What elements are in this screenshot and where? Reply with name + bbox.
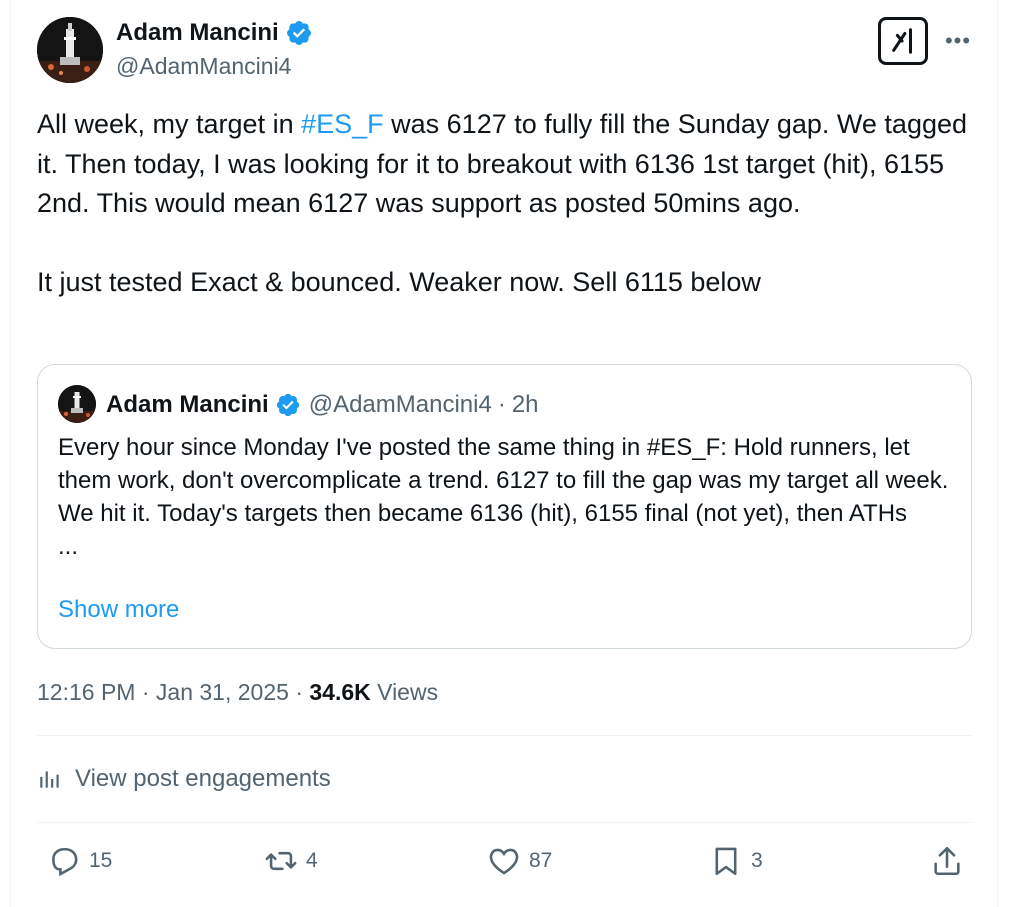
quoted-avatar-image	[58, 385, 96, 423]
share-button[interactable]	[930, 840, 964, 882]
quoted-time: 2h	[511, 391, 539, 418]
divider	[37, 822, 972, 823]
quoted-author-avatar	[58, 385, 96, 423]
meta-separator: ·	[295, 679, 303, 705]
quoted-body: Every hour since Monday I've posted the …	[58, 431, 958, 563]
views-label: Views	[377, 679, 439, 705]
author-handle[interactable]: @AdamMancini4	[116, 52, 291, 80]
bookmark-count: 3	[751, 849, 763, 872]
reply-count: 15	[89, 849, 113, 872]
post-text: All week, my target in #ES_F was 6127 to…	[37, 105, 977, 303]
quoted-author-name: Adam Mancini	[106, 391, 269, 418]
quoted-post[interactable]: Adam Mancini @AdamMancini4 · 2h Every ho…	[37, 364, 972, 649]
author-avatar[interactable]	[37, 17, 103, 83]
heart-icon	[489, 848, 519, 875]
post-paragraph-1: All week, my target in #ES_F was 6127 to…	[37, 105, 977, 224]
post-meta: 12:16 PM · Jan 31, 2025 · 34.6K Views	[37, 677, 438, 707]
quoted-verified-badge-icon	[276, 393, 299, 417]
bookmark-button[interactable]: 3	[709, 840, 763, 882]
post-date[interactable]: Jan 31, 2025	[156, 679, 289, 705]
post-paragraph-2: It just tested Exact & bounced. Weaker n…	[37, 267, 761, 297]
views-count: 34.6K	[309, 679, 371, 705]
show-more-link[interactable]: Show more	[58, 595, 179, 625]
quoted-ellipsis: ...	[58, 533, 79, 560]
meta-separator: ·	[141, 679, 150, 705]
author-name-text: Adam Mancini	[116, 19, 279, 46]
view-engagements-link[interactable]: View post engagements	[37, 762, 331, 796]
grok-icon	[892, 28, 912, 54]
quoted-header: Adam Mancini @AdamMancini4 · 2h	[106, 389, 539, 421]
reply-icon	[52, 847, 78, 877]
like-button[interactable]: 87	[487, 840, 552, 882]
avatar-image	[37, 17, 103, 83]
more-options-button[interactable]: •••	[943, 26, 973, 56]
like-count: 87	[529, 849, 553, 872]
bookmark-icon	[715, 847, 737, 876]
author-name[interactable]: Adam Mancini	[116, 18, 313, 48]
reply-button[interactable]: 15	[47, 840, 112, 882]
repost-icon	[265, 851, 297, 871]
quoted-author-handle: @AdamMancini4	[308, 391, 492, 418]
grok-button[interactable]	[878, 17, 928, 65]
divider	[37, 735, 972, 736]
post-time[interactable]: 12:16 PM	[37, 679, 135, 705]
more-dots-icon: •••	[944, 28, 972, 53]
analytics-icon	[40, 771, 59, 788]
share-icon	[934, 846, 960, 876]
view-engagements-label: View post engagements	[75, 765, 331, 792]
repost-count: 4	[306, 849, 318, 872]
hashtag-link[interactable]: #ES_F	[301, 109, 384, 139]
verified-badge-icon	[285, 19, 313, 47]
repost-button[interactable]: 4	[264, 840, 318, 882]
quoted-separator: ·	[497, 391, 506, 418]
post-text-segment: All week, my target in	[37, 109, 302, 139]
quoted-body-text: Every hour since Monday I've posted the …	[58, 434, 949, 527]
tweet-card: Adam Mancini @AdamMancini4 ••• All week,…	[10, 0, 998, 907]
